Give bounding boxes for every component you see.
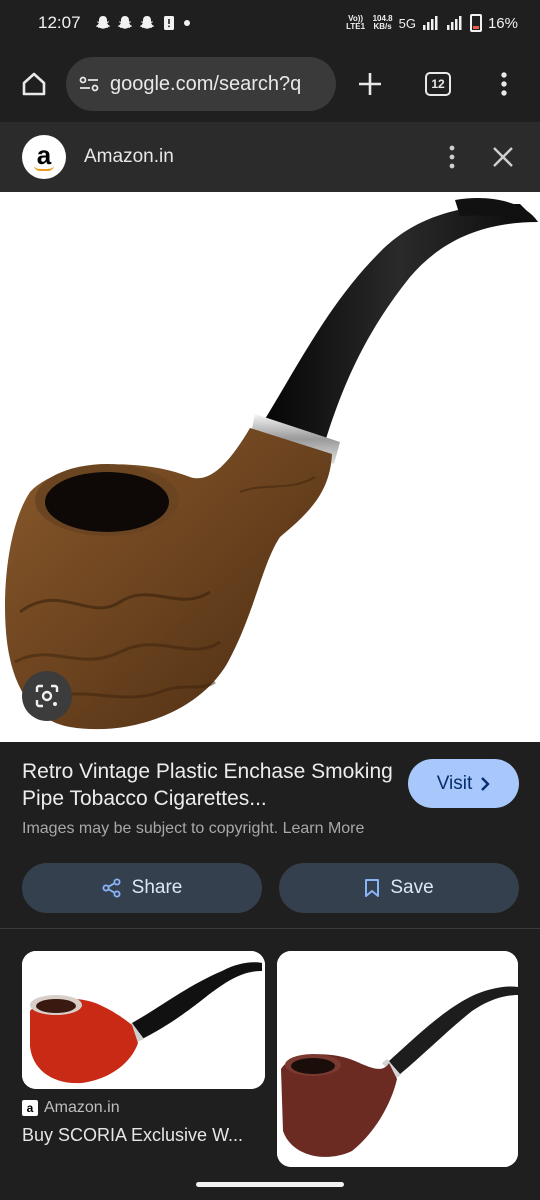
amazon-logo: a (22, 135, 66, 179)
bookmark-icon (365, 879, 380, 897)
result-info: Retro Vintage Plastic Enchase Smoking Pi… (0, 742, 540, 928)
url-text: google.com/search?q (110, 72, 302, 95)
visit-label: Visit (436, 772, 473, 794)
related-source: a Amazon.in (22, 1099, 120, 1117)
share-icon (102, 878, 121, 898)
product-image[interactable] (0, 192, 540, 742)
menu-button[interactable] (486, 66, 522, 102)
share-button[interactable]: Share (22, 863, 262, 913)
save-button[interactable]: Save (279, 863, 519, 913)
navigation-bar (0, 1168, 540, 1200)
close-icon[interactable] (492, 146, 514, 168)
google-lens-button[interactable] (22, 671, 72, 721)
related-image-card[interactable] (22, 951, 265, 1089)
browser-toolbar: google.com/search?q 12 (0, 46, 540, 122)
signal-icon (422, 16, 438, 30)
tab-switcher-button[interactable]: 12 (420, 66, 456, 102)
new-tab-button[interactable] (352, 66, 388, 102)
signal-icon (446, 16, 462, 30)
source-name[interactable]: Amazon.in (84, 146, 174, 168)
red-pipe-image (22, 951, 265, 1089)
address-bar[interactable]: google.com/search?q (66, 57, 336, 111)
network-type: 5G (398, 15, 416, 31)
lens-icon (35, 684, 59, 708)
home-icon (22, 72, 46, 96)
volte-indicator: Vo)) LTE1 (346, 14, 366, 31)
source-header: a Amazon.in (0, 122, 540, 192)
notification-dot-icon (183, 20, 190, 26)
more-options-icon[interactable] (448, 145, 456, 169)
more-vertical-icon (501, 72, 507, 96)
snapchat-icon (117, 16, 132, 29)
snapchat-icon (95, 16, 110, 29)
pipe-illustration (5, 198, 538, 730)
brown-pipe-image (277, 951, 518, 1167)
related-results: a Amazon.in Buy SCORIA Exclusive W... (0, 929, 540, 1169)
visit-button[interactable]: Visit (408, 759, 519, 808)
battery-icon (469, 14, 482, 32)
battery-level: 16% (487, 14, 518, 32)
snapchat-icon (139, 16, 154, 29)
copyright-notice[interactable]: Images may be subject to copyright. Lear… (22, 820, 364, 838)
site-settings-icon[interactable] (78, 73, 100, 95)
home-gesture-handle[interactable] (196, 1182, 344, 1187)
alert-icon (163, 16, 174, 30)
speed-unit: KB/s (373, 22, 392, 31)
related-title[interactable]: Buy SCORIA Exclusive W... (22, 1125, 243, 1146)
tab-count: 12 (425, 72, 451, 96)
status-bar: 12:07 Vo)) LTE1 104.8 KB/s 5G 16% (0, 0, 540, 46)
amazon-mini-logo: a (22, 1100, 38, 1116)
status-time: 12:07 (38, 13, 81, 32)
related-image-card[interactable] (277, 951, 518, 1167)
result-title[interactable]: Retro Vintage Plastic Enchase Smoking Pi… (22, 758, 394, 812)
save-label: Save (390, 877, 434, 898)
home-button[interactable] (16, 66, 52, 102)
plus-icon (359, 73, 381, 95)
chevron-right-icon (481, 776, 490, 791)
related-source-name: Amazon.in (44, 1099, 120, 1116)
share-label: Share (131, 877, 183, 898)
